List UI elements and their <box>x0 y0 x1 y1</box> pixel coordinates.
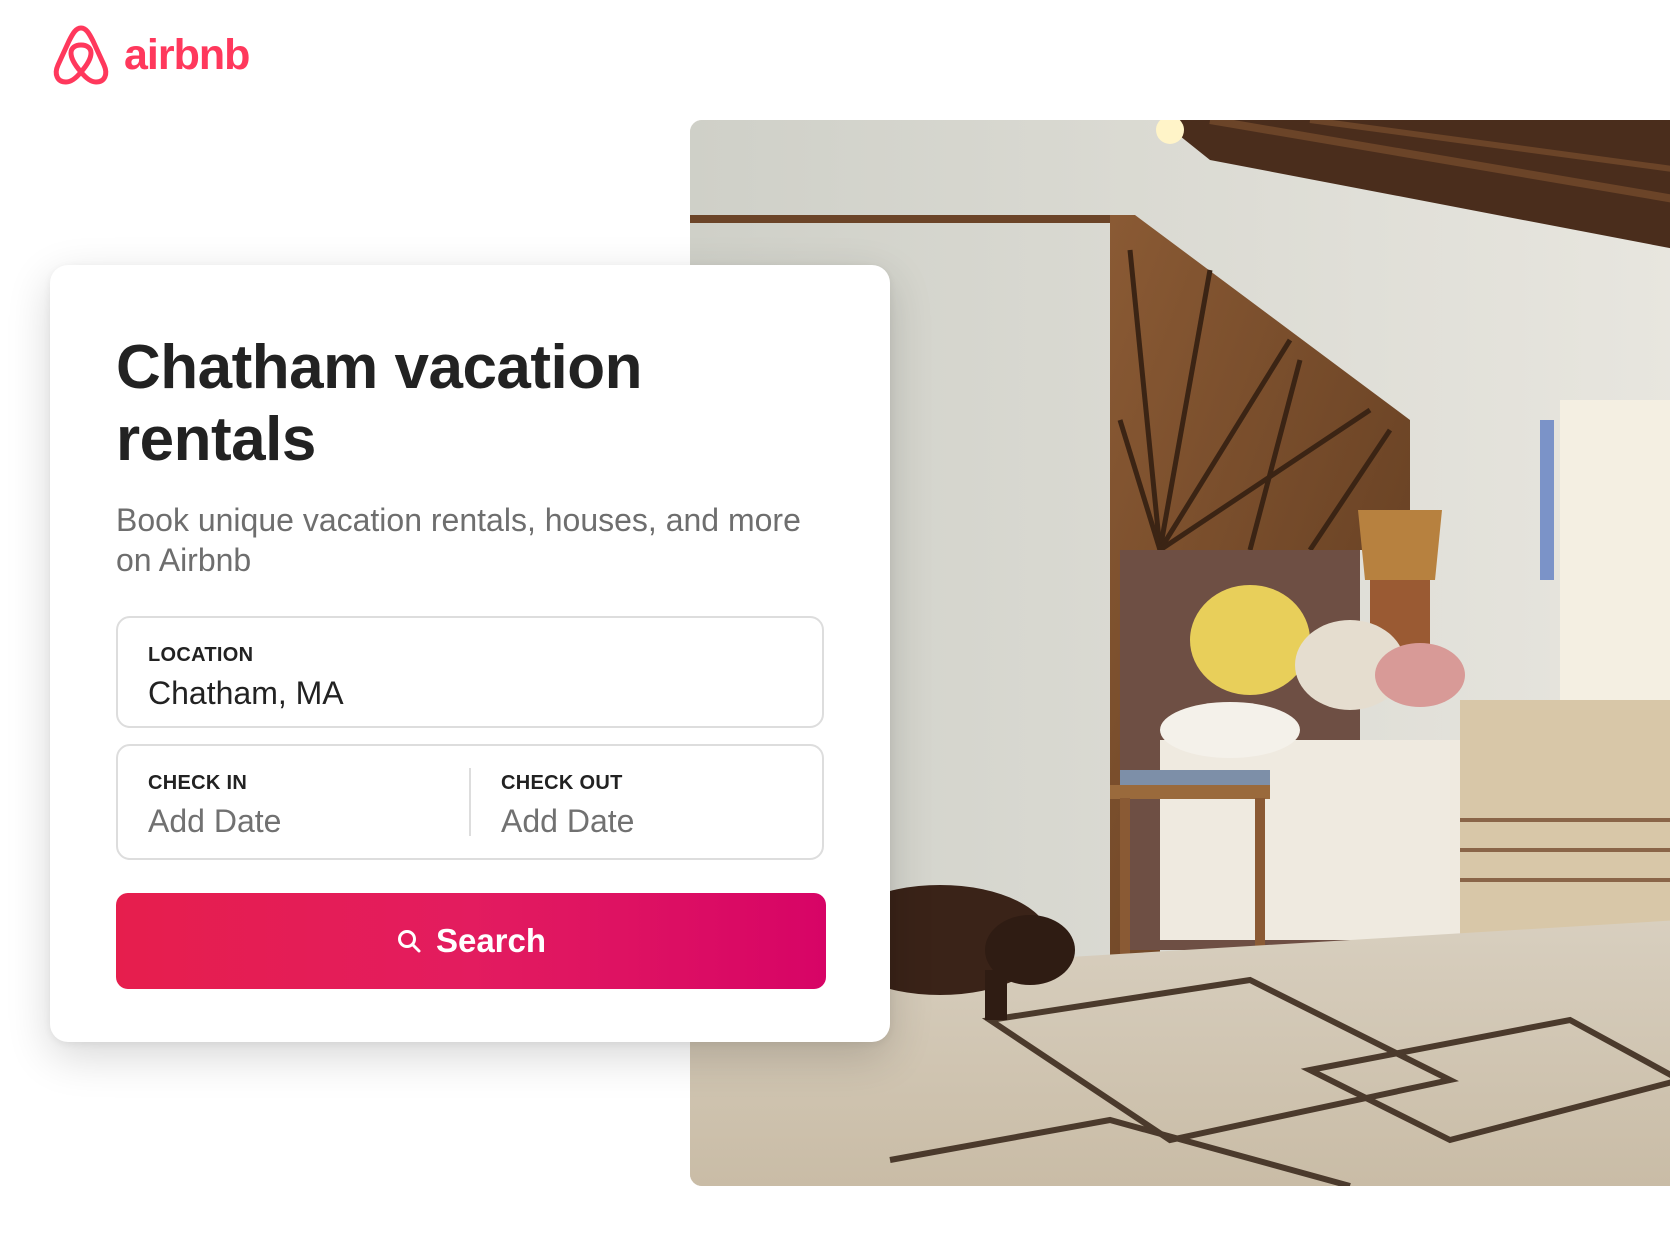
location-value[interactable]: Chatham, MA <box>148 675 792 712</box>
date-range-field: CHECK IN Add Date CHECK OUT Add Date <box>116 744 824 860</box>
check-out-field[interactable]: CHECK OUT Add Date <box>471 746 822 858</box>
check-in-field[interactable]: CHECK IN Add Date <box>118 768 471 839</box>
airbnb-logo[interactable]: airbnb <box>52 24 250 86</box>
location-field[interactable]: LOCATION Chatham, MA <box>116 616 824 728</box>
check-out-placeholder[interactable]: Add Date <box>501 803 792 840</box>
airbnb-wordmark: airbnb <box>124 30 250 79</box>
location-label: LOCATION <box>148 644 254 666</box>
check-out-label: CHECK OUT <box>501 772 623 794</box>
search-button[interactable]: Search <box>116 893 826 989</box>
check-in-placeholder[interactable]: Add Date <box>148 803 439 840</box>
search-button-label: Search <box>435 922 547 959</box>
check-in-label: CHECK IN <box>148 772 248 794</box>
page-subtitle: Book unique vacation rentals, houses, an… <box>116 502 801 578</box>
airbnb-belo-icon <box>53 25 109 85</box>
search-card: Chatham vacation rentals Book unique vac… <box>50 265 890 1042</box>
page-title: Chatham vacation rentals <box>116 333 643 474</box>
search-icon <box>397 930 421 953</box>
